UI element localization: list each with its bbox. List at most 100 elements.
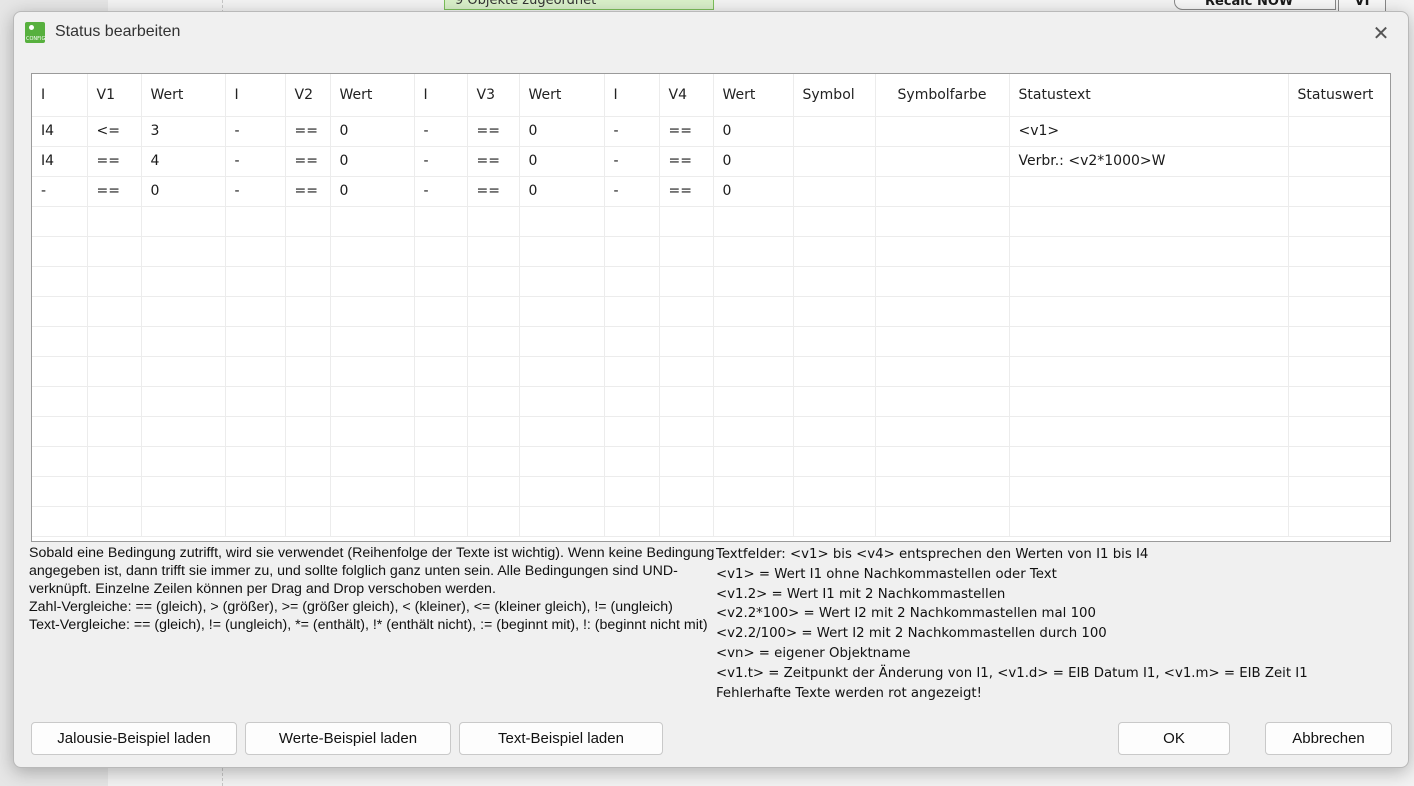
table-cell[interactable] [793,476,876,507]
table-cell[interactable]: - [225,176,286,207]
table-cell[interactable] [519,206,605,237]
table-cell[interactable] [225,506,286,537]
table-cell[interactable] [32,326,88,357]
table-cell[interactable]: == [659,116,714,147]
table-cell[interactable] [1009,506,1289,537]
table-cell[interactable] [87,386,142,417]
table-cell[interactable] [1288,446,1390,477]
table-cell[interactable] [87,236,142,267]
table-cell[interactable] [604,416,660,447]
table-cell[interactable]: - [604,116,660,147]
table-cell[interactable] [519,416,605,447]
table-cell[interactable] [141,446,226,477]
table-row-empty[interactable] [32,446,1390,477]
table-cell[interactable] [225,296,286,327]
table-cell[interactable] [285,506,331,537]
table-cell[interactable]: - [604,146,660,177]
table-cell[interactable] [330,386,415,417]
table-cell[interactable] [659,476,714,507]
table-cell[interactable]: <v1> [1009,116,1289,147]
table-cell[interactable] [519,326,605,357]
table-cell[interactable] [87,416,142,447]
table-cell[interactable]: - [414,176,468,207]
column-header[interactable]: V2 [285,74,331,117]
table-cell[interactable] [1009,446,1289,477]
table-cell[interactable]: 0 [330,176,415,207]
table-cell[interactable]: 0 [141,176,226,207]
table-cell[interactable] [1009,326,1289,357]
table-cell[interactable] [659,416,714,447]
column-header[interactable]: I [414,74,468,117]
table-cell[interactable] [659,506,714,537]
table-cell[interactable] [1288,416,1390,447]
table-cell[interactable]: - [32,176,88,207]
table-cell[interactable] [713,326,794,357]
table-cell[interactable] [793,506,876,537]
table-cell[interactable] [875,146,1010,177]
table-cell[interactable]: 0 [713,116,794,147]
table-cell[interactable] [414,506,468,537]
table-cell[interactable] [1288,386,1390,417]
table-row-empty[interactable] [32,506,1390,537]
table-cell[interactable] [467,476,520,507]
table-cell[interactable] [414,416,468,447]
table-cell[interactable]: 0 [330,116,415,147]
table-cell[interactable] [793,116,876,147]
table-cell[interactable] [604,236,660,267]
table-cell[interactable] [32,296,88,327]
table-cell[interactable] [659,386,714,417]
table-cell[interactable] [330,266,415,297]
table-cell[interactable] [604,296,660,327]
table-cell[interactable] [713,236,794,267]
table-cell[interactable] [604,386,660,417]
column-header[interactable]: Wert [519,74,605,117]
table-row-empty[interactable] [32,266,1390,297]
close-icon[interactable]: ✕ [1370,22,1392,44]
column-header[interactable]: Wert [141,74,226,117]
load-values-example-button[interactable]: Werte-Beispiel laden [245,722,451,755]
table-cell[interactable] [604,446,660,477]
table-cell[interactable] [141,206,226,237]
table-cell[interactable] [1288,476,1390,507]
table-cell[interactable] [1288,356,1390,387]
table-cell[interactable]: == [467,176,520,207]
table-cell[interactable] [141,476,226,507]
table-cell[interactable] [1288,266,1390,297]
table-cell[interactable] [519,476,605,507]
table-cell[interactable]: == [467,146,520,177]
table-cell[interactable] [1009,356,1289,387]
table-cell[interactable] [285,206,331,237]
table-row-empty[interactable] [32,236,1390,267]
table-cell[interactable] [604,326,660,357]
table-cell[interactable] [713,416,794,447]
table-cell[interactable] [875,476,1010,507]
table-cell[interactable] [1288,176,1390,207]
table-cell[interactable] [32,416,88,447]
table-cell[interactable] [1288,146,1390,177]
table-cell[interactable]: - [604,176,660,207]
table-cell[interactable]: == [659,146,714,177]
table-cell[interactable] [1009,416,1289,447]
table-cell[interactable] [604,356,660,387]
column-header[interactable]: I [225,74,286,117]
table-cell[interactable] [285,416,331,447]
table-cell[interactable] [875,506,1010,537]
table-cell[interactable] [713,266,794,297]
load-jalousie-example-button[interactable]: Jalousie-Beispiel laden [31,722,237,755]
table-cell[interactable] [793,386,876,417]
table-cell[interactable] [604,506,660,537]
table-cell[interactable] [793,446,876,477]
table-row-empty[interactable] [32,296,1390,327]
table-cell[interactable] [414,446,468,477]
table-cell[interactable]: == [659,176,714,207]
table-row-empty[interactable] [32,416,1390,447]
table-cell[interactable]: == [87,176,142,207]
column-header[interactable]: V1 [87,74,142,117]
table-cell[interactable] [713,506,794,537]
table-cell[interactable] [793,416,876,447]
table-cell[interactable] [793,236,876,267]
table-cell[interactable] [1288,116,1390,147]
table-cell[interactable] [467,416,520,447]
table-cell[interactable] [713,446,794,477]
table-cell[interactable]: I4 [32,116,88,147]
